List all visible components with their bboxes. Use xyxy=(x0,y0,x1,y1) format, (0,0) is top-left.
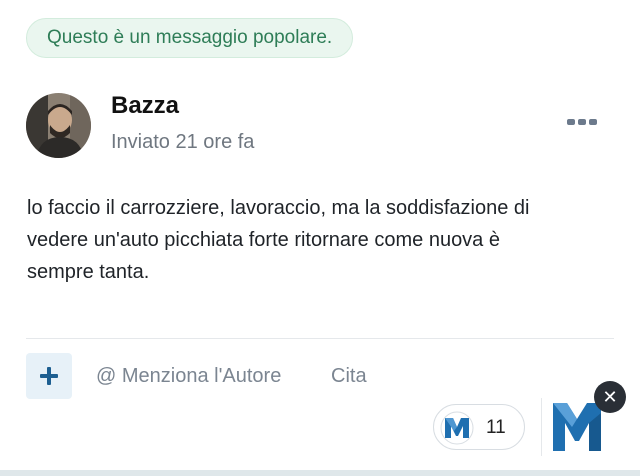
post-body: lo faccio il carrozziere, lavoraccio, ma… xyxy=(27,192,627,288)
quote-link[interactable]: Cita xyxy=(331,365,367,388)
more-dots-icon xyxy=(567,119,575,125)
post-body-line: vedere un'auto picchiata forte ritornare… xyxy=(27,229,500,251)
author-name[interactable]: Bazza xyxy=(111,92,179,120)
post-timestamp[interactable]: Inviato 21 ore fa xyxy=(111,131,254,154)
more-options-button[interactable] xyxy=(565,113,599,131)
popular-message-text: Questo è un messaggio popolare. xyxy=(47,27,333,48)
react-button[interactable] xyxy=(553,403,601,451)
bottom-bar xyxy=(0,470,640,476)
post-body-line: lo faccio il carrozziere, lavoraccio, ma… xyxy=(27,197,530,219)
multiquote-add-button[interactable] xyxy=(26,353,72,399)
reaction-separator xyxy=(541,398,542,456)
mention-author-link[interactable]: @ Menziona l'Autore xyxy=(96,365,281,388)
avatar[interactable] xyxy=(26,93,91,158)
plus-icon xyxy=(40,367,58,385)
more-dot xyxy=(589,119,597,125)
popular-message-badge: Questo è un messaggio popolare. xyxy=(26,18,354,58)
post-body-line: sempre tanta. xyxy=(27,261,150,283)
react-logo-icon xyxy=(553,403,601,451)
reaction-logo-icon xyxy=(440,411,474,445)
reaction-count: 11 xyxy=(486,417,506,438)
close-icon[interactable]: ✕ xyxy=(594,381,626,413)
more-dot xyxy=(578,119,586,125)
reaction-summary[interactable]: 11 xyxy=(433,404,525,450)
divider xyxy=(26,338,614,339)
